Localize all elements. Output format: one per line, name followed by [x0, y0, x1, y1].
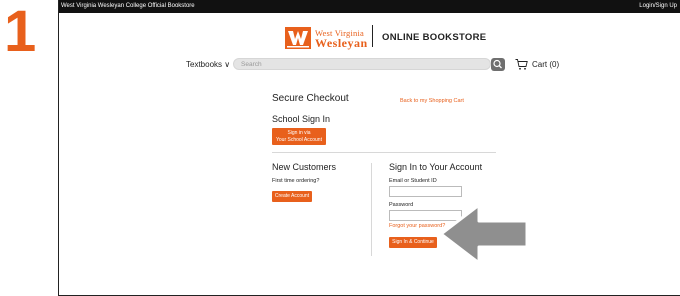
- login-link[interactable]: Login/Sign Up: [639, 3, 677, 9]
- pointer-arrow-icon: [439, 203, 529, 265]
- column-divider: [371, 163, 372, 256]
- section-divider: [272, 152, 496, 153]
- first-time-text: First time ordering?: [272, 178, 320, 184]
- wv-logo-icon: [285, 27, 311, 49]
- logo-line-2: Wesleyan: [315, 36, 368, 50]
- header-divider: [372, 25, 373, 47]
- search-icon: [493, 59, 502, 69]
- password-label: Password: [389, 202, 414, 208]
- school-btn-line-1: Sign in via: [287, 130, 311, 136]
- cart-icon: [515, 59, 528, 70]
- textbooks-menu[interactable]: Textbooks ∨: [186, 60, 230, 69]
- new-customers-heading: New Customers: [272, 162, 337, 172]
- browser-frame: West Virginia Wesleyan College Official …: [58, 0, 680, 296]
- forgot-password-link[interactable]: Forgot your password?: [389, 223, 445, 229]
- top-bar: West Virginia Wesleyan College Official …: [59, 0, 680, 13]
- step-number: 1: [4, 0, 37, 64]
- search-input[interactable]: Search: [233, 58, 491, 70]
- search-button[interactable]: [491, 58, 505, 71]
- email-field[interactable]: [389, 186, 462, 197]
- signin-heading: Sign In to Your Account: [389, 162, 483, 172]
- create-account-button[interactable]: Create Account: [272, 191, 312, 202]
- signin-continue-button[interactable]: Sign In & Continue: [389, 237, 437, 248]
- page-title: Secure Checkout: [272, 93, 349, 104]
- logo-wordmark: West Virginia Wesleyan: [315, 28, 368, 50]
- email-label: Email or Student ID: [389, 178, 437, 184]
- back-to-cart-link[interactable]: Back to my Shopping Cart: [400, 98, 464, 104]
- school-signin-button[interactable]: Sign in via Your School Account: [272, 128, 326, 145]
- school-btn-line-2: Your School Account: [276, 137, 322, 143]
- bookstore-title: ONLINE BOOKSTORE: [382, 32, 487, 43]
- store-name: West Virginia Wesleyan College Official …: [61, 3, 195, 9]
- school-signin-heading: School Sign In: [272, 114, 331, 124]
- cart-label: Cart (0): [532, 60, 560, 69]
